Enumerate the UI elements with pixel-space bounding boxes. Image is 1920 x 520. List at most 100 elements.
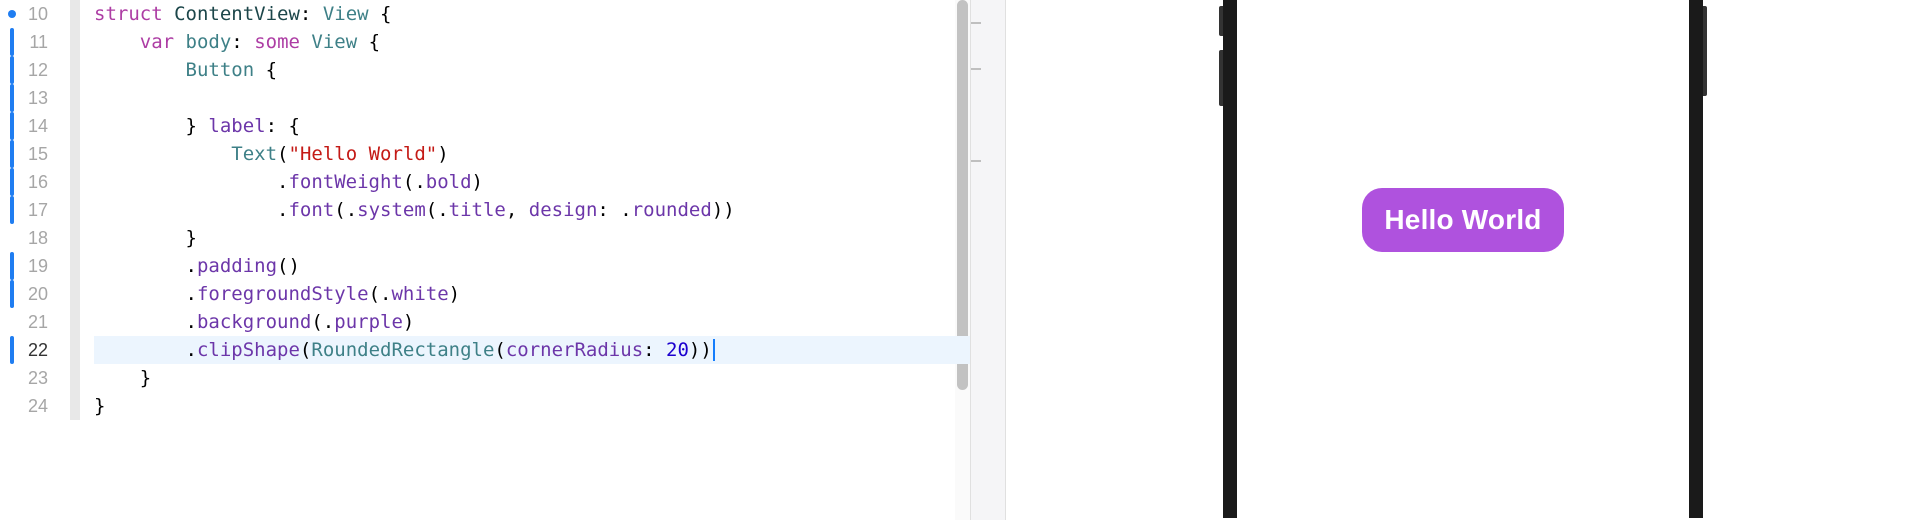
- code-token: .: [186, 339, 197, 361]
- code-line[interactable]: } label: {: [94, 112, 970, 140]
- device-volume-button: [1219, 50, 1223, 106]
- code-line[interactable]: .padding(): [94, 252, 970, 280]
- line-number: 22: [0, 340, 56, 361]
- code-token: system: [357, 199, 426, 221]
- code-token: padding: [197, 255, 277, 277]
- code-token: clipShape: [197, 339, 300, 361]
- line-number: 19: [0, 256, 56, 277]
- code-line[interactable]: }: [94, 364, 970, 392]
- line-number: 15: [0, 144, 56, 165]
- code-token: (: [277, 143, 288, 165]
- gutter-row: 15: [0, 140, 88, 168]
- text-cursor: [713, 339, 715, 361]
- code-token: : .: [597, 199, 631, 221]
- code-token: (.: [426, 199, 449, 221]
- code-line[interactable]: .fontWeight(.bold): [94, 168, 970, 196]
- code-token: (.: [403, 171, 426, 193]
- gutter-row: 19: [0, 252, 88, 280]
- code-token: 20: [666, 339, 689, 361]
- code-line[interactable]: .background(.purple): [94, 308, 970, 336]
- code-token: .: [186, 255, 197, 277]
- code-token: {: [369, 3, 392, 25]
- code-token: .: [277, 199, 288, 221]
- code-line[interactable]: struct ContentView: View {: [94, 0, 970, 28]
- code-token: .: [186, 283, 197, 305]
- change-indicator-bar: [10, 140, 14, 168]
- change-indicator-bar: [10, 56, 14, 84]
- code-line[interactable]: var body: some View {: [94, 28, 970, 56]
- code-token: :: [643, 339, 666, 361]
- code-token: )): [689, 339, 712, 361]
- gutter-row: 18: [0, 224, 88, 252]
- gutter-row: 12: [0, 56, 88, 84]
- code-token: ): [472, 171, 483, 193]
- code-line[interactable]: [94, 84, 970, 112]
- code-token: RoundedRectangle: [311, 339, 494, 361]
- line-number: 16: [0, 172, 56, 193]
- code-token: ): [437, 143, 448, 165]
- code-line[interactable]: .clipShape(RoundedRectangle(cornerRadius…: [94, 336, 970, 364]
- pane-divider[interactable]: [970, 0, 1006, 520]
- code-token: label: [208, 115, 265, 137]
- code-line[interactable]: Text("Hello World"): [94, 140, 970, 168]
- change-indicator-bar: [10, 112, 14, 140]
- code-token: :: [300, 3, 323, 25]
- device-power-button: [1703, 6, 1707, 96]
- preview-hello-button[interactable]: Hello World: [1362, 188, 1563, 252]
- code-token: struct: [94, 3, 174, 25]
- code-line[interactable]: }: [94, 392, 970, 420]
- code-token: (): [277, 255, 300, 277]
- change-indicator-bar: [10, 28, 14, 56]
- code-line[interactable]: .foregroundStyle(.white): [94, 280, 970, 308]
- code-token: ): [449, 283, 460, 305]
- change-indicator-bar: [10, 252, 14, 280]
- gutter-row: 23: [0, 364, 88, 392]
- change-indicator-bar: [10, 84, 14, 112]
- device-screen: Hello World: [1237, 0, 1689, 518]
- line-number: 11: [0, 32, 56, 53]
- code-token: :: [231, 31, 254, 53]
- line-number: 23: [0, 368, 56, 389]
- gutter-row: 22: [0, 336, 88, 364]
- gutter-row: 24: [0, 392, 88, 420]
- code-token: "Hello World": [289, 143, 438, 165]
- code-token: .: [186, 311, 197, 333]
- code-token: font: [288, 199, 334, 221]
- line-number: 14: [0, 116, 56, 137]
- preview-pane: Hello World: [1006, 0, 1920, 520]
- gutter-row: 20: [0, 280, 88, 308]
- code-token: }: [94, 395, 105, 417]
- change-indicator-bar: [10, 168, 14, 196]
- code-token: design: [529, 199, 598, 221]
- code-editor-pane[interactable]: 101112131415161718192021222324 struct Co…: [0, 0, 970, 520]
- code-token: (: [494, 339, 505, 361]
- gutter-row: 17: [0, 196, 88, 224]
- line-number: 21: [0, 312, 56, 333]
- line-number: 20: [0, 284, 56, 305]
- code-token: ,: [506, 199, 529, 221]
- code-token: Text: [231, 143, 277, 165]
- code-token: : {: [266, 115, 300, 137]
- code-line[interactable]: Button {: [94, 56, 970, 84]
- change-indicator-bar: [10, 336, 14, 364]
- change-indicator-bar: [10, 280, 14, 308]
- line-number: 17: [0, 200, 56, 221]
- code-token: Button: [186, 59, 255, 81]
- code-token: }: [140, 367, 151, 389]
- code-token: (.: [369, 283, 392, 305]
- code-text-area[interactable]: struct ContentView: View { var body: som…: [88, 0, 970, 520]
- code-token: fontWeight: [288, 171, 402, 193]
- code-token: )): [712, 199, 735, 221]
- code-token: foregroundStyle: [197, 283, 369, 305]
- gutter-row: 16: [0, 168, 88, 196]
- code-token: {: [254, 59, 277, 81]
- code-token: (: [300, 339, 311, 361]
- code-token: ContentView: [174, 3, 300, 25]
- line-number: 12: [0, 60, 56, 81]
- code-token: white: [391, 283, 448, 305]
- code-line[interactable]: .font(.system(.title, design: .rounded)): [94, 196, 970, 224]
- code-token: some: [254, 31, 311, 53]
- code-token: {: [357, 31, 380, 53]
- code-line[interactable]: }: [94, 224, 970, 252]
- code-token: (.: [334, 199, 357, 221]
